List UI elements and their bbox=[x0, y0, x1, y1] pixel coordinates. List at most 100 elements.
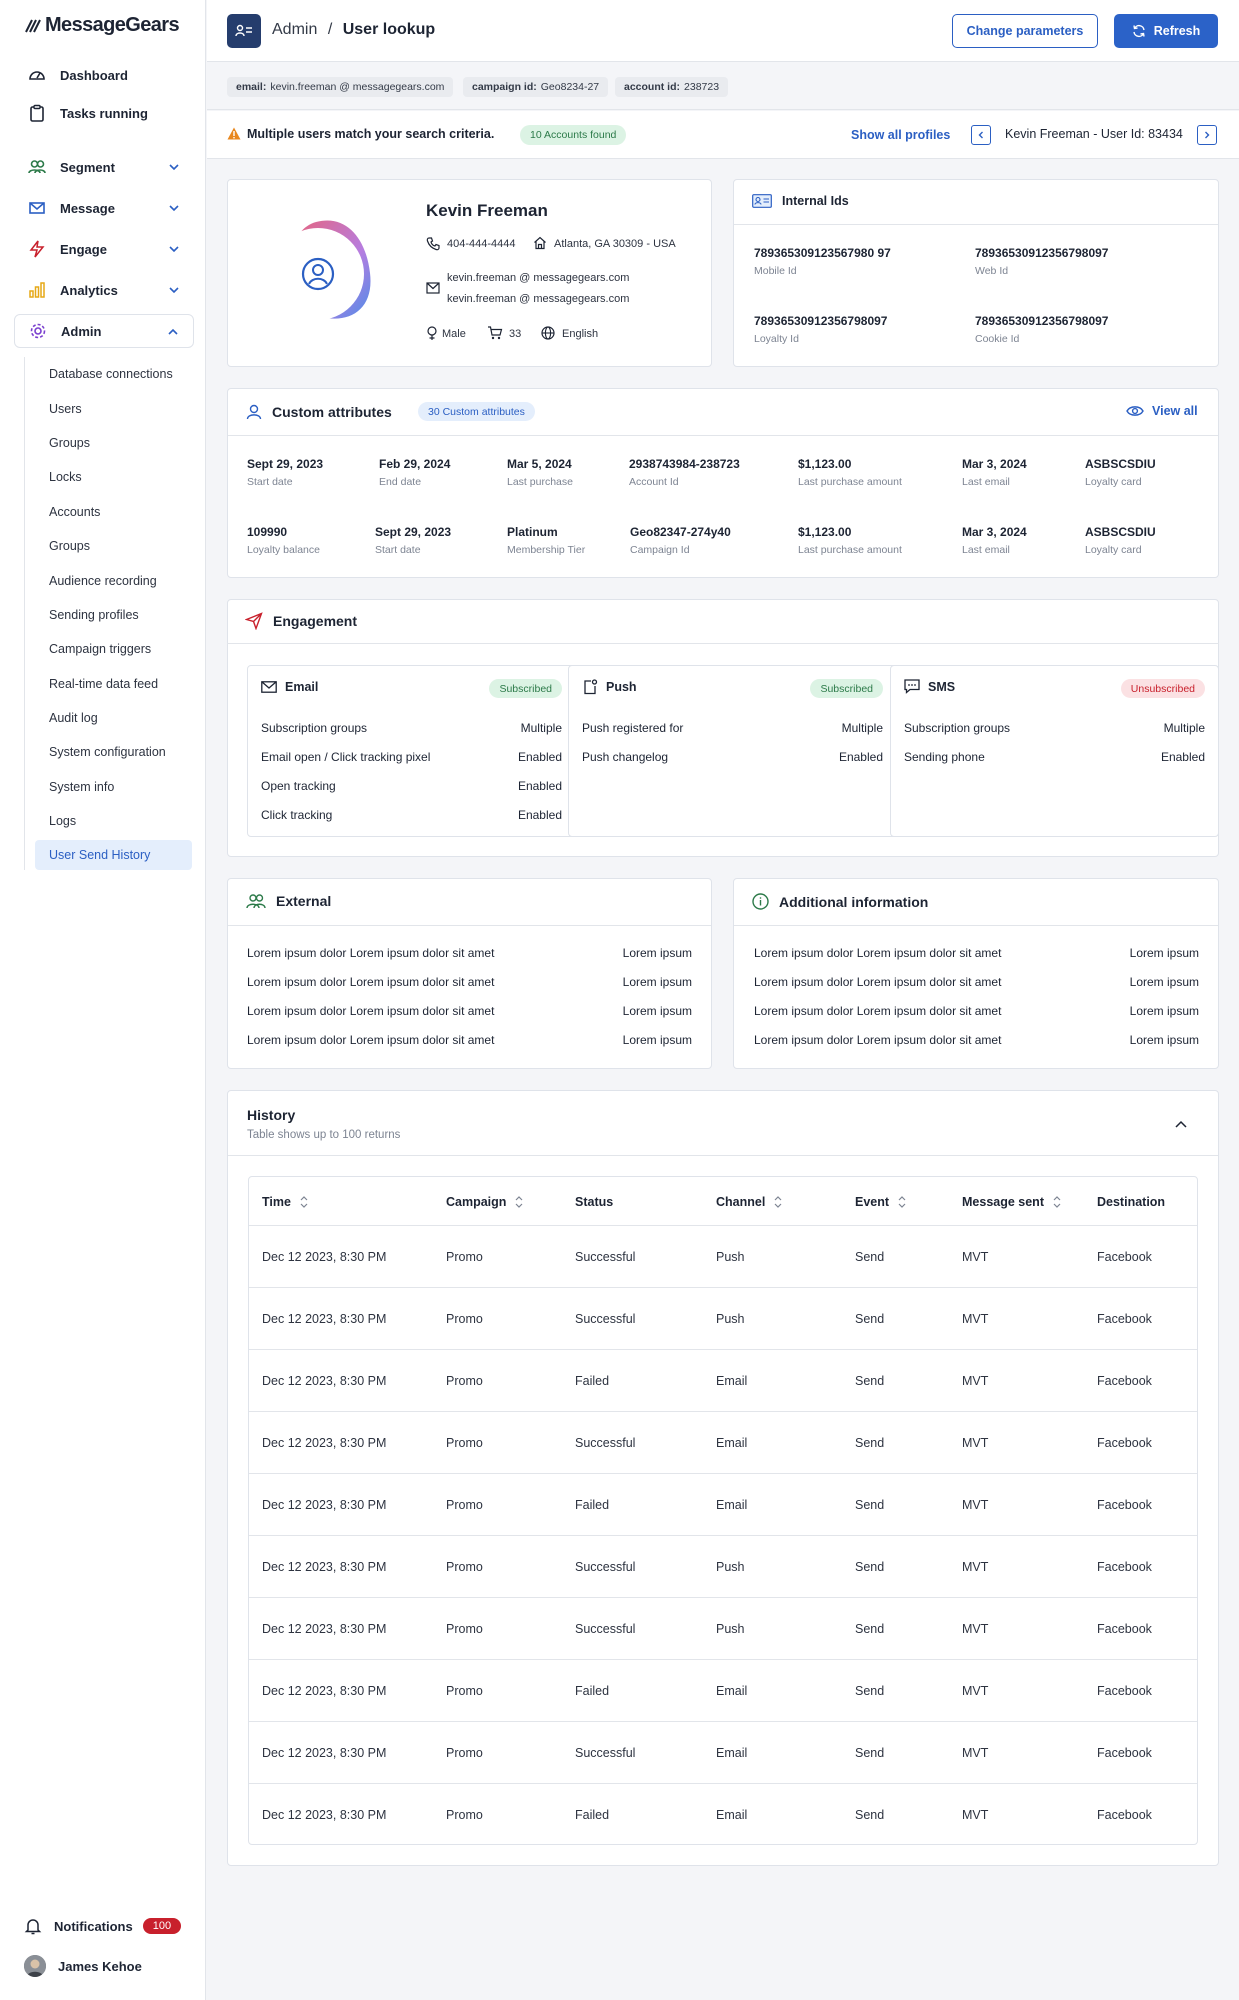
nav-tasks-running[interactable]: Tasks running bbox=[14, 94, 194, 132]
notifications[interactable]: Notifications 100 bbox=[24, 1917, 182, 1935]
refresh-button[interactable]: Refresh bbox=[1114, 14, 1218, 48]
subnav-locks[interactable]: Locks bbox=[25, 460, 192, 494]
subnav-system-configuration[interactable]: System configuration bbox=[25, 735, 192, 769]
sort-icon bbox=[516, 1196, 523, 1208]
subnav-users[interactable]: Users bbox=[25, 391, 192, 425]
table-row[interactable]: Dec 12 2023, 8:30 PM Promo Failed Email Send… bbox=[249, 1349, 1197, 1411]
table-cell-message-sent: MVT bbox=[962, 1374, 989, 1388]
table-row[interactable]: Dec 12 2023, 8:30 PM Promo Failed Email Send… bbox=[249, 1659, 1197, 1721]
phone-icon bbox=[426, 237, 440, 251]
view-all-attributes-link[interactable]: View all bbox=[1126, 404, 1198, 418]
nav-section-analytics[interactable]: Analytics bbox=[14, 271, 194, 309]
table-cell-event: Send bbox=[855, 1560, 885, 1574]
user-photo-icon bbox=[24, 1955, 46, 1977]
users-icon bbox=[28, 160, 46, 174]
nav-section-engage[interactable]: Engage bbox=[14, 230, 194, 268]
table-cell-channel: Email bbox=[716, 1374, 748, 1388]
id-card-icon bbox=[752, 194, 772, 208]
external-row-3-label: Lorem ipsum dolor Lorem ipsum dolor sit … bbox=[247, 1004, 495, 1018]
table-cell-channel: Email bbox=[716, 1808, 748, 1822]
table-cell-status: Successful bbox=[575, 1746, 636, 1760]
bar-chart-icon bbox=[29, 282, 45, 298]
table-row[interactable]: Dec 12 2023, 8:30 PM Promo Successful Push S… bbox=[249, 1287, 1197, 1349]
gear-icon bbox=[30, 323, 46, 339]
nav-section-message[interactable]: Message bbox=[14, 189, 194, 227]
column-header-channel[interactable]: Channel bbox=[716, 1195, 783, 1209]
subnav-groups[interactable]: Groups bbox=[25, 426, 192, 460]
multiple-users-alert: Multiple users match your search criteri… bbox=[207, 111, 1239, 159]
chevron-up-icon bbox=[168, 328, 178, 335]
column-header-time[interactable]: Time bbox=[262, 1195, 309, 1209]
table-row[interactable]: Dec 12 2023, 8:30 PM Promo Successful Email… bbox=[249, 1411, 1197, 1473]
subnav-groups-2[interactable]: Groups bbox=[25, 529, 192, 563]
engagement-divider bbox=[227, 643, 1219, 644]
subnav-user-send-history[interactable]: User Send History bbox=[35, 840, 192, 871]
table-cell-destination: Facebook bbox=[1097, 1746, 1152, 1760]
table-cell-campaign: Promo bbox=[446, 1436, 483, 1450]
subnav-real-time-data-feed[interactable]: Real-time data feed bbox=[25, 667, 192, 701]
refresh-icon bbox=[1133, 24, 1145, 38]
table-cell-channel: Push bbox=[716, 1560, 745, 1574]
custom-attributes-title: Custom attributes bbox=[246, 404, 392, 420]
additional-row-2-label: Lorem ipsum dolor Lorem ipsum dolor sit … bbox=[754, 975, 1002, 989]
nav-section-segment[interactable]: Segment bbox=[14, 148, 194, 186]
attr-last-purchase-value: Mar 5, 2024 bbox=[507, 457, 572, 471]
previous-profile-button[interactable] bbox=[971, 125, 991, 145]
table-cell-status: Successful bbox=[575, 1312, 636, 1326]
table-cell-message-sent: MVT bbox=[962, 1250, 989, 1264]
custom-attributes-divider bbox=[228, 435, 1218, 436]
warning-icon bbox=[227, 127, 241, 140]
user-list-icon bbox=[235, 24, 252, 37]
nav-dashboard[interactable]: Dashboard bbox=[14, 56, 194, 94]
subnav-accounts[interactable]: Accounts bbox=[25, 495, 192, 529]
current-profile-label: Kevin Freeman - User Id: 83434 bbox=[1005, 127, 1183, 141]
nav-section-admin[interactable]: Admin bbox=[14, 314, 194, 348]
chevron-left-icon bbox=[978, 131, 983, 139]
chip-campaign-id: campaign id: Geo8234-27 bbox=[463, 77, 609, 97]
sms-row-subscription-groups: Subscription groups Multiple bbox=[904, 721, 1205, 735]
table-row[interactable]: Dec 12 2023, 8:30 PM Promo Successful Push S… bbox=[249, 1535, 1197, 1597]
collapse-chevron-up-icon[interactable] bbox=[1174, 1119, 1188, 1129]
table-row[interactable]: Dec 12 2023, 8:30 PM Promo Successful Push S… bbox=[249, 1225, 1197, 1287]
subnav-audit-log[interactable]: Audit log bbox=[25, 701, 192, 735]
nav-top: Dashboard Tasks running bbox=[14, 56, 194, 132]
logo[interactable]: MessageGears bbox=[24, 14, 180, 37]
subnav-system-info[interactable]: System info bbox=[25, 770, 192, 804]
profile-phone: 404-444-4444 bbox=[447, 238, 516, 250]
subnav-sending-profiles[interactable]: Sending profiles bbox=[25, 598, 192, 632]
profile-email-secondary[interactable]: kevin.freeman @ messagegears.com bbox=[447, 293, 629, 305]
external-title: External bbox=[246, 893, 331, 909]
table-cell-status: Failed bbox=[575, 1498, 610, 1512]
chip-account-id: account id: 238723 bbox=[615, 77, 729, 97]
sms-channel-title: SMS bbox=[904, 679, 955, 694]
subnav-campaign-triggers[interactable]: Campaign triggers bbox=[25, 632, 192, 666]
push-row-changelog: Push changelog Enabled bbox=[582, 750, 883, 764]
subnav-logs[interactable]: Logs bbox=[25, 804, 192, 838]
column-header-destination[interactable]: Destination bbox=[1097, 1195, 1165, 1209]
subnav-database-connections[interactable]: Database connections bbox=[25, 357, 192, 391]
change-parameters-button[interactable]: Change parameters bbox=[952, 14, 1098, 48]
user-menu[interactable]: James Kehoe bbox=[24, 1955, 142, 1977]
column-header-message-sent[interactable]: Message sent bbox=[962, 1195, 1062, 1209]
table-cell-destination: Facebook bbox=[1097, 1684, 1152, 1698]
table-cell-event: Send bbox=[855, 1436, 885, 1450]
table-row[interactable]: Dec 12 2023, 8:30 PM Promo Failed Email Send… bbox=[249, 1783, 1197, 1845]
info-icon bbox=[752, 893, 769, 910]
column-header-event[interactable]: Event bbox=[855, 1195, 907, 1209]
show-all-profiles-link[interactable]: Show all profiles bbox=[851, 128, 950, 142]
external-divider bbox=[228, 925, 711, 926]
column-header-campaign[interactable]: Campaign bbox=[446, 1195, 524, 1209]
table-row[interactable]: Dec 12 2023, 8:30 PM Promo Failed Email Send… bbox=[249, 1473, 1197, 1535]
subnav-audience-recording[interactable]: Audience recording bbox=[25, 563, 192, 597]
table-row[interactable]: Dec 12 2023, 8:30 PM Promo Successful Email… bbox=[249, 1721, 1197, 1783]
custom-attributes-count-badge: 30 Custom attributes bbox=[418, 402, 535, 421]
table-cell-status: Failed bbox=[575, 1684, 610, 1698]
table-row[interactable]: Dec 12 2023, 8:30 PM Promo Successful Push S… bbox=[249, 1597, 1197, 1659]
attr-last-email-value: Mar 3, 2024 bbox=[962, 457, 1027, 471]
table-cell-event: Send bbox=[855, 1498, 885, 1512]
profile-email-primary[interactable]: kevin.freeman @ messagegears.com bbox=[447, 272, 629, 284]
column-header-status[interactable]: Status bbox=[575, 1195, 613, 1209]
table-cell-time: Dec 12 2023, 8:30 PM bbox=[262, 1374, 387, 1388]
breadcrumb-root[interactable]: Admin bbox=[272, 21, 317, 38]
next-profile-button[interactable] bbox=[1197, 125, 1217, 145]
